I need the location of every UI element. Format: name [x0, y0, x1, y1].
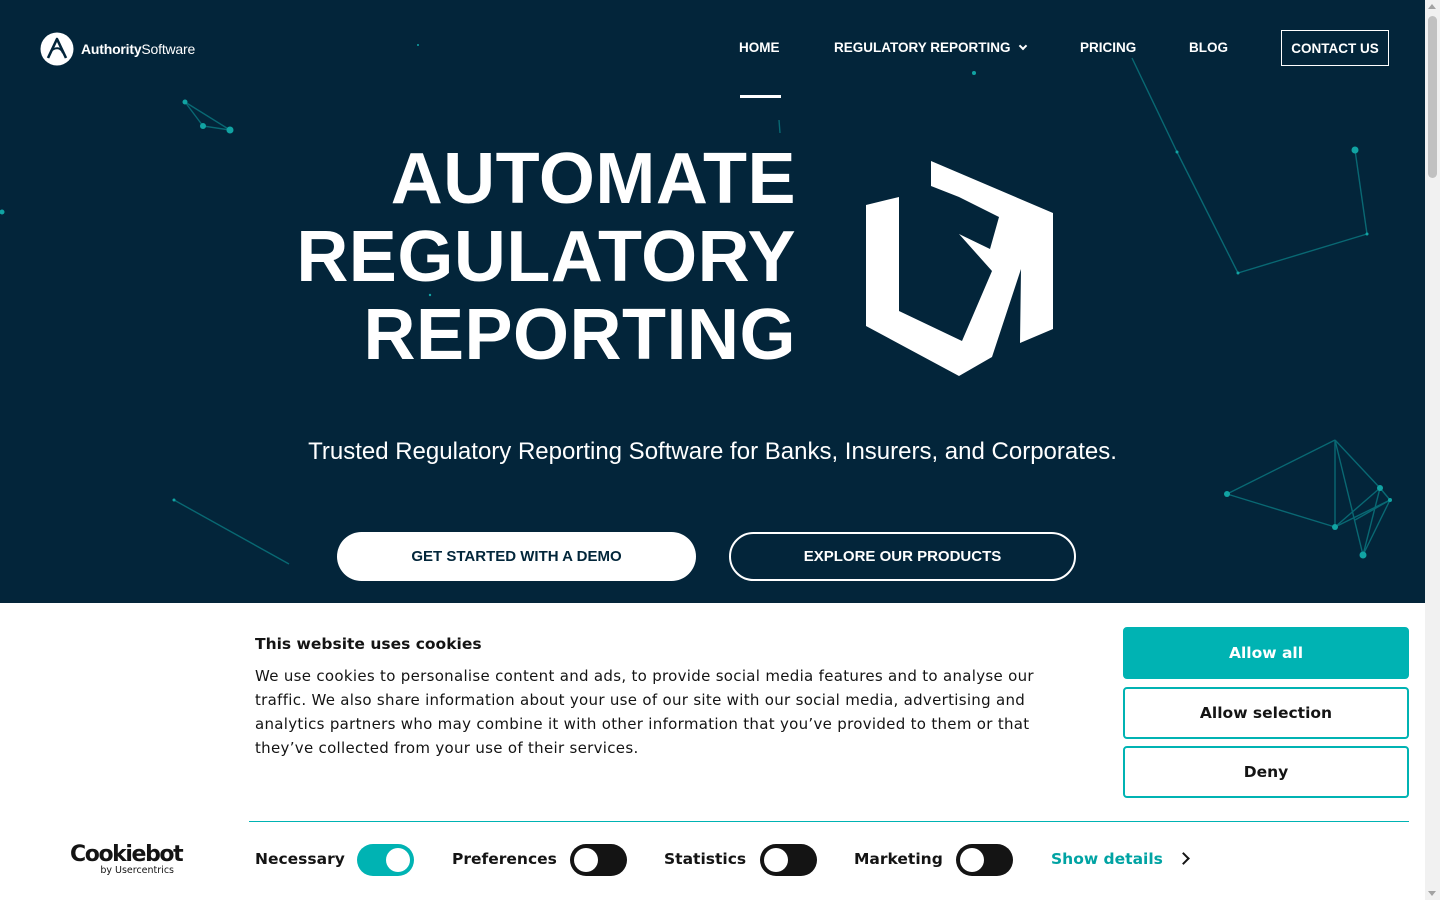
get-started-demo-button[interactable]: GET STARTED WITH A DEMO	[337, 532, 696, 581]
allow-selection-button[interactable]: Allow selection	[1123, 687, 1409, 739]
nav-home[interactable]: HOME	[739, 30, 780, 66]
hexagon-emblem-icon	[866, 161, 1053, 376]
toggle-knob	[960, 848, 984, 872]
show-details-link[interactable]: Show details	[1051, 850, 1190, 868]
cookiebot-logo-name: Cookiebot	[70, 842, 184, 867]
toggle-label-preferences: Preferences	[452, 850, 557, 868]
chevron-right-icon	[1177, 852, 1190, 865]
cookiebot-logo[interactable]: Cookiebot by Usercentrics	[70, 842, 184, 878]
nav-active-indicator	[740, 95, 781, 98]
cookie-banner-title: This website uses cookies	[255, 635, 482, 653]
main-navigation: HOME REGULATORY REPORTING PRICING BLOG C…	[0, 30, 1425, 66]
explore-products-button[interactable]: EXPLORE OUR PRODUCTS	[729, 532, 1076, 581]
marketing-toggle[interactable]	[956, 844, 1013, 876]
necessary-toggle[interactable]	[357, 844, 414, 876]
toggle-label-necessary: Necessary	[255, 850, 345, 868]
headline-line-3: REPORTING	[363, 295, 796, 375]
chevron-down-icon	[1018, 41, 1027, 51]
cookie-banner-divider	[249, 821, 1409, 822]
headline-line-1: AUTOMATE	[390, 139, 796, 219]
scroll-up-arrow-icon[interactable]	[1428, 4, 1436, 9]
headline-line-2: REGULATORY	[296, 217, 796, 297]
toggle-label-marketing: Marketing	[854, 850, 943, 868]
statistics-toggle[interactable]	[760, 844, 817, 876]
page-scrollbar[interactable]	[1425, 0, 1440, 900]
scrollbar-thumb[interactable]	[1428, 16, 1437, 178]
hero-tagline: Trusted Regulatory Reporting Software fo…	[308, 438, 1117, 465]
toggle-label-statistics: Statistics	[664, 850, 747, 868]
hero-headline: AUTOMATE REGULATORY REPORTING	[200, 140, 796, 374]
cookie-consent-banner: This website uses cookies We use cookies…	[0, 603, 1425, 900]
nav-blog[interactable]: BLOG	[1189, 30, 1228, 66]
scroll-down-arrow-icon[interactable]	[1428, 891, 1436, 896]
cookie-banner-text: We use cookies to personalise content an…	[255, 667, 1034, 757]
nav-pricing[interactable]: PRICING	[1080, 30, 1136, 66]
toggle-knob	[764, 848, 788, 872]
deny-button[interactable]: Deny	[1123, 746, 1409, 798]
toggle-knob	[574, 848, 598, 872]
nav-contact-us-button[interactable]: CONTACT US	[1281, 30, 1389, 66]
show-details-label: Show details	[1051, 850, 1163, 868]
nav-regulatory-reporting-label: REGULATORY REPORTING	[834, 40, 1011, 55]
toggle-knob	[386, 848, 410, 872]
preferences-toggle[interactable]	[570, 844, 627, 876]
nav-regulatory-reporting[interactable]: REGULATORY REPORTING	[834, 30, 1027, 66]
hero-section: AuthoritySoftware HOME REGULATORY REPORT…	[0, 0, 1425, 603]
allow-all-button[interactable]: Allow all	[1123, 627, 1409, 679]
